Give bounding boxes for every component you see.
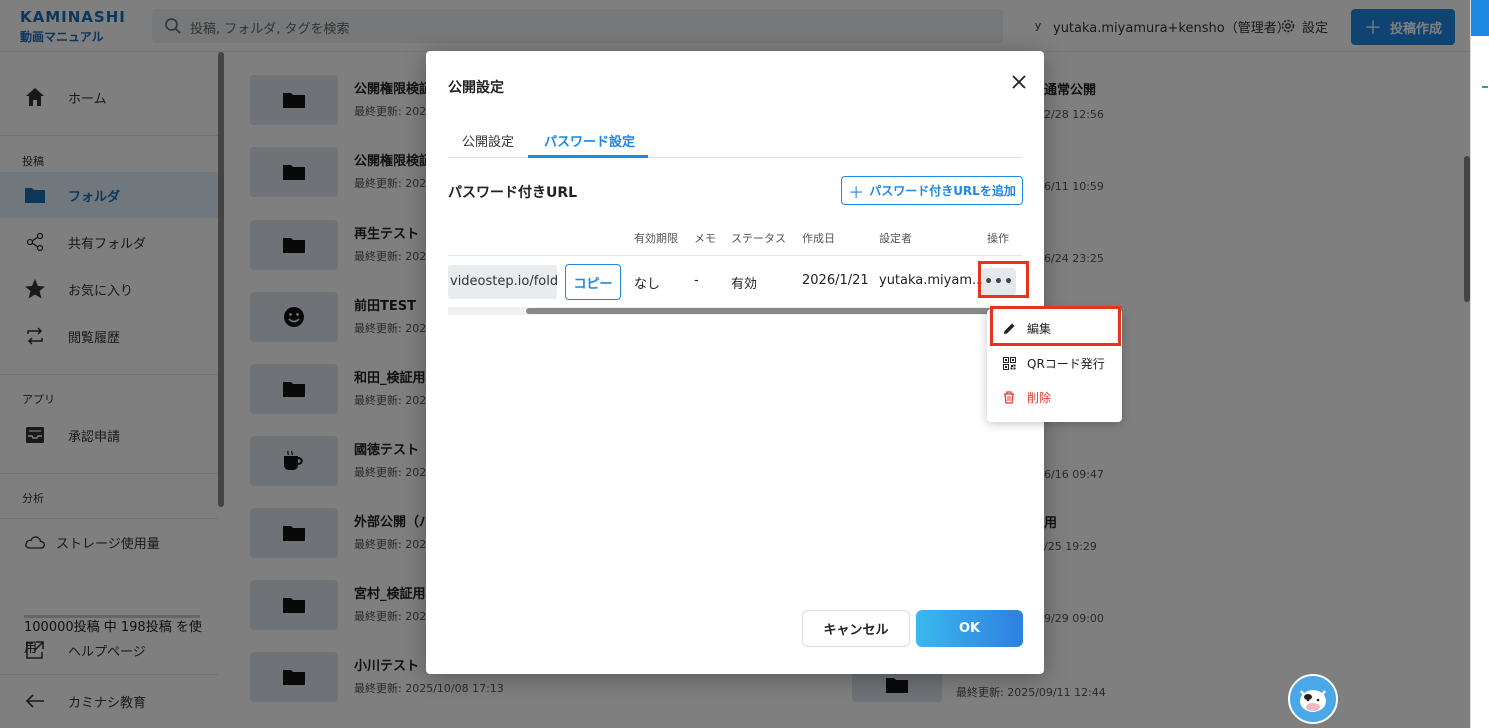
cell-expiry: なし [634, 277, 661, 292]
column-header-creator: 設定者 [879, 232, 912, 245]
cell-created: 2026/1/21 [802, 273, 869, 288]
table-horizontal-scrollbar[interactable] [448, 307, 1026, 315]
add-password-url-button[interactable]: ＋ パスワード付きURLを追加 [841, 176, 1023, 205]
cell-status: 有効 [731, 277, 758, 292]
column-header-memo: メモ [694, 232, 716, 245]
mascot-chat-button[interactable] [1288, 674, 1338, 724]
tab-password-settings[interactable]: パスワード設定 [544, 131, 635, 150]
trash-icon [1002, 390, 1016, 404]
menu-item-qr[interactable]: QRコード発行 [987, 346, 1122, 380]
highlight-box [978, 261, 1029, 298]
dialog-title: 公開設定 [448, 80, 504, 96]
cell-memo: - [694, 273, 699, 288]
window-edge [1470, 0, 1489, 728]
close-icon [1012, 75, 1026, 89]
column-header-expiry: 有効期限 [634, 232, 678, 245]
column-header-status: ステータス [731, 232, 786, 245]
menu-label: 削除 [1027, 390, 1052, 405]
dialog-tabs: 公開設定 パスワード設定 [448, 123, 1022, 158]
scrollbar-thumb[interactable] [526, 308, 1026, 314]
window-edge-accent [1471, 0, 1489, 36]
add-password-url-label: パスワード付きURLを追加 [869, 184, 1016, 198]
cancel-button[interactable]: キャンセル [802, 610, 910, 647]
menu-item-delete[interactable]: 削除 [987, 380, 1122, 414]
url-field[interactable]: videostep.io/fold [448, 265, 557, 299]
close-button[interactable] [1008, 71, 1030, 93]
column-header-actions: 操作 [987, 232, 1009, 245]
plus-icon: ＋ [848, 182, 865, 202]
ok-button[interactable]: OK [916, 610, 1023, 647]
cow-icon [1300, 690, 1326, 712]
section-title: パスワード付きURL [448, 185, 578, 201]
column-header-created: 作成日 [802, 232, 835, 245]
active-tab-indicator [528, 155, 648, 158]
table-header-divider [448, 255, 1022, 256]
tab-public-settings[interactable]: 公開設定 [462, 131, 514, 150]
highlight-box [990, 306, 1121, 346]
public-settings-dialog: 公開設定 公開設定 パスワード設定 パスワード付きURL ＋ パスワード付きUR… [426, 51, 1044, 674]
menu-label: QRコード発行 [1027, 356, 1105, 371]
cell-creator: yutaka.miyam... [879, 273, 985, 288]
copy-button[interactable]: コピー [565, 264, 621, 300]
window-edge-indicator [1482, 86, 1488, 88]
qr-code-icon [1002, 356, 1016, 370]
